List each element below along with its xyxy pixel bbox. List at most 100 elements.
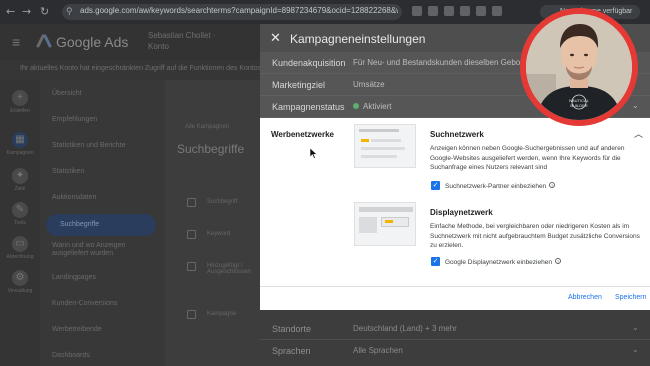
main-content: Alle Kampagnen Suchbegriffe Suchbegriff … <box>165 80 260 366</box>
menu-icon[interactable]: ≡ <box>12 34 20 50</box>
webcam-overlay: NAUTICAL BUILDER <box>520 8 638 126</box>
rail-item-create[interactable]: + Erstellen <box>6 90 34 114</box>
rail-label: Kampagnen <box>6 150 34 156</box>
campaign-icon: ▦ <box>12 132 28 148</box>
back-icon[interactable]: ← <box>6 5 15 18</box>
row-value: Alle Sprachen <box>353 346 403 355</box>
search-network-title: Suchnetzwerk <box>430 130 484 139</box>
page-title: Suchbegriffe <box>177 142 245 156</box>
checkbox-text: Suchnetzwerk-Partner einbeziehen <box>445 183 547 190</box>
table-cell: Hinzugefügt / Ausgeschlossen <box>207 263 251 275</box>
chevron-down-icon[interactable]: ⌄ <box>632 345 639 354</box>
display-network-label: Google Displaynetzwerk einbeziehen? <box>445 258 561 266</box>
extension-icon[interactable] <box>460 6 470 16</box>
rail-label: Ziele <box>14 186 26 192</box>
save-button[interactable]: Speichern <box>615 294 647 301</box>
search-partners-label: Suchnetzwerk-Partner einbeziehen? <box>445 182 556 190</box>
extension-icon[interactable] <box>412 6 422 16</box>
table-cell: Suchbegriff <box>207 199 238 205</box>
rail-item-admin[interactable]: ⚙ Verwaltung <box>6 270 34 294</box>
rail-label: Tools <box>14 220 26 226</box>
nav-item-advertisers[interactable]: Werbetreibende <box>52 326 102 333</box>
gear-icon: ⚙ <box>12 270 28 286</box>
filter-chip[interactable]: Alle Kampagnen <box>185 124 229 130</box>
illustration-bar <box>385 220 393 223</box>
status-text: Aktiviert <box>363 102 392 111</box>
extension-icon[interactable] <box>492 6 502 16</box>
nav-item-dashboards[interactable]: Dashboards <box>52 352 90 359</box>
help-icon[interactable]: ? <box>549 182 556 188</box>
settings-row[interactable]: Standorte Deutschland (Land) + 3 mehr ⌄ <box>260 318 650 340</box>
nav-item-overview[interactable]: Übersicht <box>52 90 82 97</box>
illustration-bar <box>371 139 401 142</box>
table-cell: Keyword <box>207 231 231 237</box>
rail-item-goals[interactable]: ✦ Ziele <box>6 168 34 192</box>
reload-icon[interactable]: ↻ <box>40 5 49 18</box>
cancel-button[interactable]: Abbrechen <box>568 294 602 301</box>
row-checkbox[interactable] <box>187 262 196 271</box>
panel-title: Kampagneneinstellungen <box>290 32 426 46</box>
row-checkbox[interactable] <box>187 310 196 319</box>
side-navigation: Übersicht Empfehlungen Statistiken und B… <box>40 80 165 366</box>
card-icon: ▭ <box>12 236 28 252</box>
rail-label: Verwaltung <box>7 288 33 294</box>
rail-item-billing[interactable]: ▭ Abrechnung <box>6 236 34 260</box>
search-network-illustration <box>354 124 416 168</box>
side-rail: + Erstellen ▦ Kampagnen ✦ Ziele ✎ Tools ▭ Abr… <box>0 80 40 366</box>
networks-card: Werbenetzwerke ︿ Suchnetzwerk Anzeigen k… <box>260 120 650 310</box>
webcam-video: NAUTICAL BUILDER <box>526 14 632 120</box>
nav-item-where-shown[interactable]: Wann und wo Anzeigen ausgeliefert wurden <box>52 242 152 258</box>
status-dot-icon <box>353 103 359 109</box>
chevron-down-icon[interactable]: ⌄ <box>632 101 639 110</box>
extension-icon[interactable] <box>476 6 486 16</box>
rail-label: Abrechnung <box>6 254 34 260</box>
checkbox-text: Google Displaynetzwerk einbeziehen <box>445 259 552 266</box>
illustration-bar <box>359 217 377 233</box>
row-value: Deutschland (Land) + 3 mehr <box>353 324 457 333</box>
rail-item-tools[interactable]: ✎ Tools <box>6 202 34 226</box>
display-network-illustration <box>354 202 416 246</box>
rail-label: Erstellen <box>10 108 30 114</box>
display-network-description: Einfache Methode, bei vergleichbaren ode… <box>430 223 640 249</box>
display-network-checkbox[interactable]: ✓ <box>431 257 440 266</box>
row-checkbox[interactable] <box>187 230 196 239</box>
chevron-down-icon[interactable]: ⌄ <box>632 323 639 332</box>
google-ads-logo-icon <box>36 34 52 48</box>
illustration-bar <box>361 139 369 142</box>
url-text: ads.google.com/aw/keywords/searchterms?c… <box>80 6 398 15</box>
search-network-description: Anzeigen können neben Google-Suchergebni… <box>430 145 625 171</box>
nav-item-statistics[interactable]: Statistiken <box>52 168 84 175</box>
row-value: Umsätze <box>353 80 385 89</box>
forward-icon[interactable]: → <box>22 5 31 18</box>
row-key: Standorte <box>272 324 312 334</box>
nav-item-conversions[interactable]: Kunden-Conversions <box>52 300 117 307</box>
row-key: Marketingziel <box>272 80 326 90</box>
nav-item-insights[interactable]: Statistiken und Berichte <box>52 142 126 149</box>
notice-text: Ihr aktuelles Konto hat eingeschränkten … <box>20 65 262 72</box>
plus-icon: + <box>12 90 28 106</box>
row-value: Aktiviert <box>353 102 391 111</box>
search-partners-checkbox[interactable]: ✓ <box>431 181 440 190</box>
nav-item-landingpages[interactable]: Landingpages <box>52 274 96 281</box>
nav-item-auction[interactable]: Auktionsdaten <box>52 194 96 201</box>
lock-icon: ⚲ <box>66 6 73 16</box>
help-icon[interactable]: ? <box>554 258 561 264</box>
rail-item-campaigns[interactable]: ▦ Kampagnen <box>6 132 34 156</box>
account-name[interactable]: Sebastian Chollet · Konto <box>148 30 238 52</box>
row-checkbox[interactable] <box>187 198 196 207</box>
row-key: Sprachen <box>272 346 311 356</box>
nav-item-search-terms[interactable]: Suchbegriffe <box>46 214 156 236</box>
app-logo-text: Google Ads <box>56 34 129 50</box>
extension-icon[interactable] <box>444 6 454 16</box>
mouse-cursor-icon <box>310 148 318 159</box>
address-bar[interactable]: ⚲ ads.google.com/aw/keywords/searchterms… <box>62 4 402 20</box>
panel-dim-area-bottom: Standorte Deutschland (Land) + 3 mehr ⌄ … <box>260 310 650 366</box>
settings-row[interactable]: Sprachen Alle Sprachen ⌄ <box>260 340 650 362</box>
chevron-up-icon[interactable]: ︿ <box>634 127 643 140</box>
nav-item-recommendations[interactable]: Empfehlungen <box>52 116 97 123</box>
close-icon[interactable]: ✕ <box>270 30 281 46</box>
extension-icon[interactable] <box>428 6 438 16</box>
illustration-bar <box>359 207 413 212</box>
notice-bar: Ihr aktuelles Konto hat eingeschränkten … <box>0 60 262 80</box>
illustration-bar <box>361 155 397 158</box>
